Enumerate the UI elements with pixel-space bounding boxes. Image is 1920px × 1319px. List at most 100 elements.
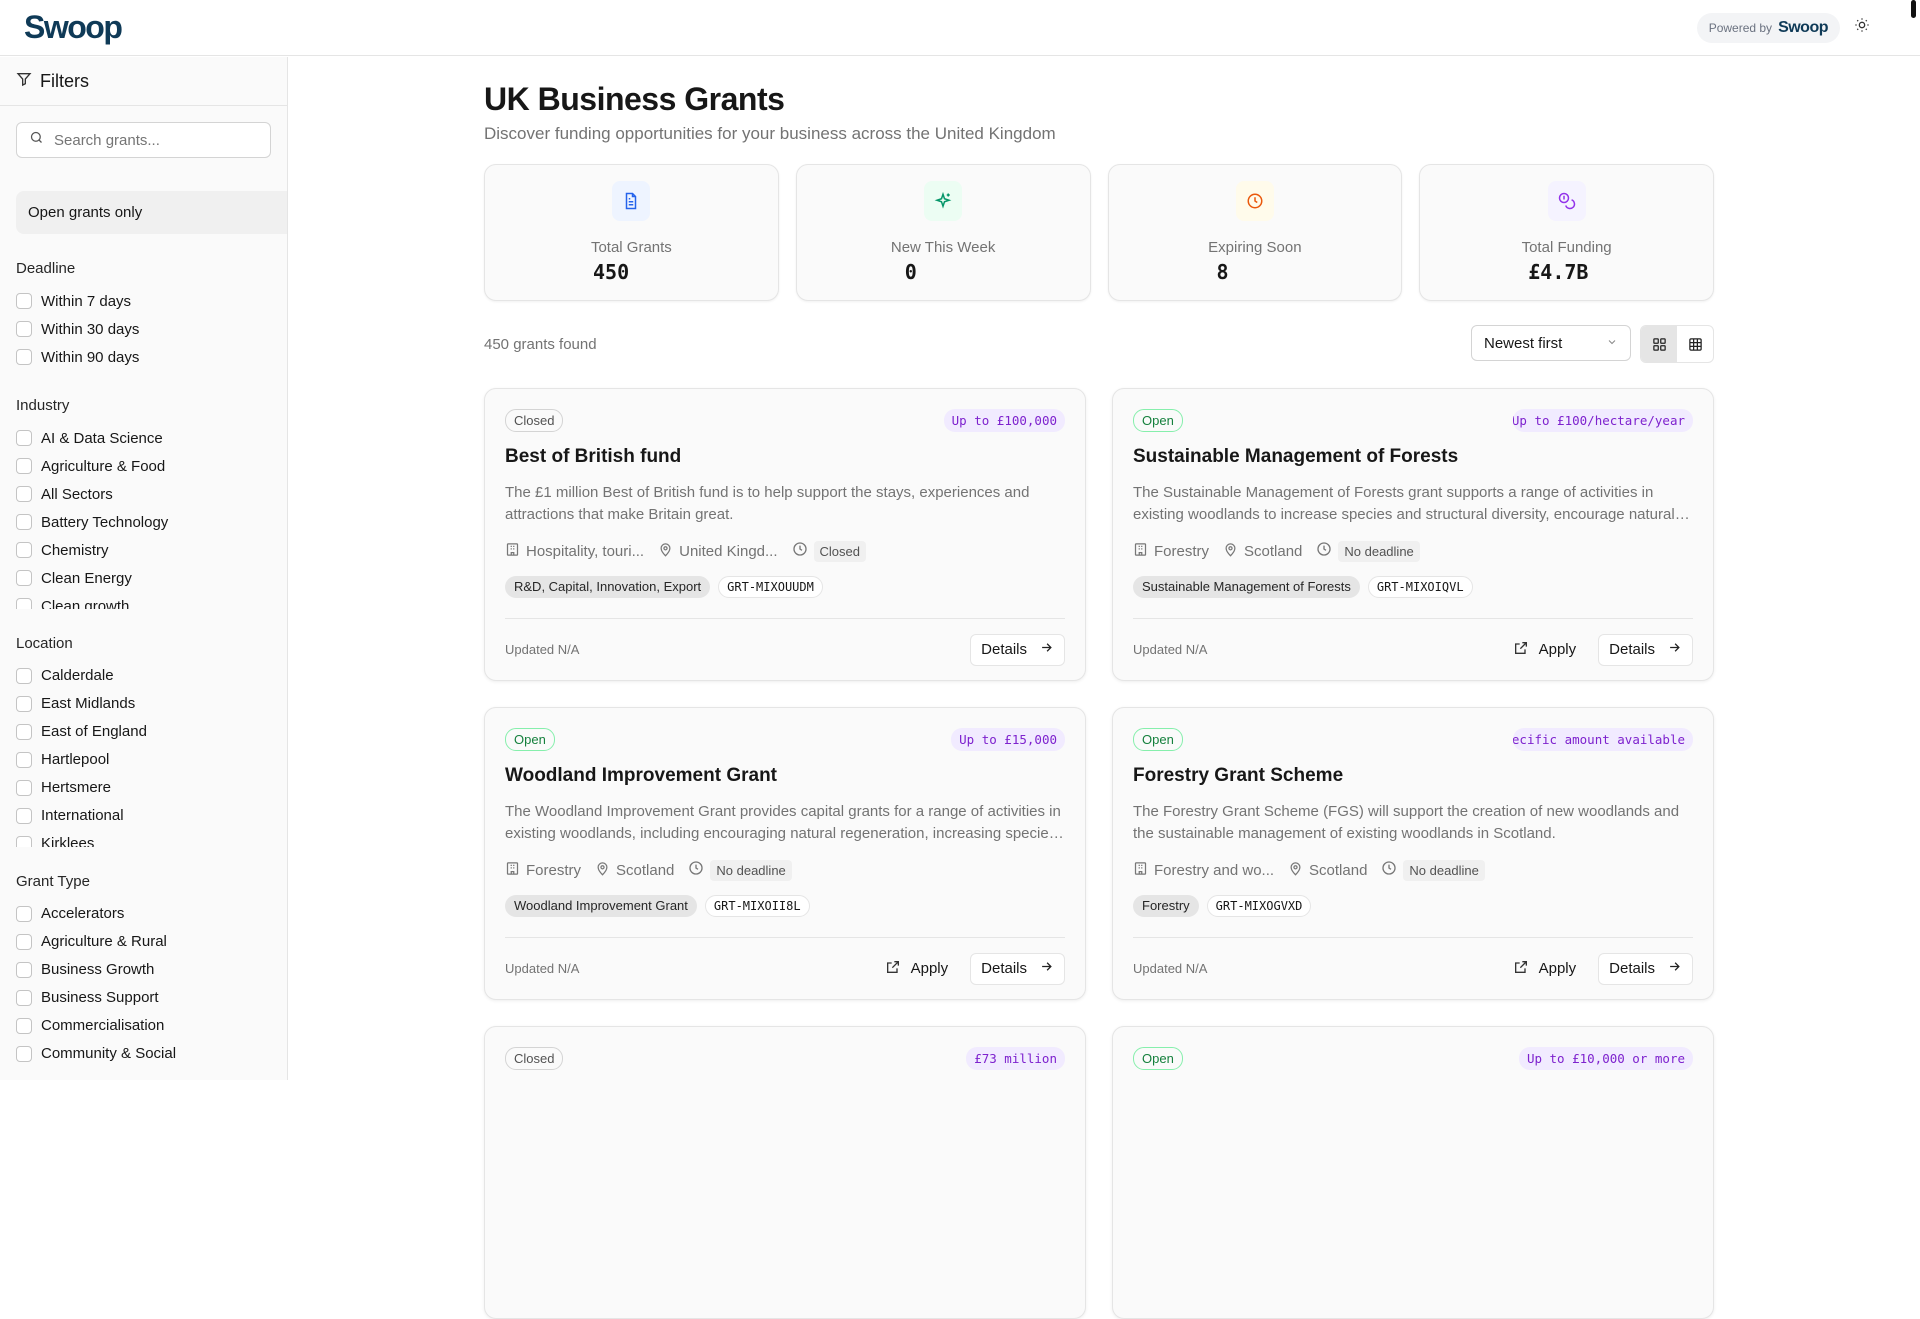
filter-option[interactable]: Clean Energy [16, 564, 271, 592]
details-button[interactable]: Details [1598, 633, 1693, 666]
swoop-logo[interactable]: Swoop [24, 9, 123, 46]
building-icon [1133, 542, 1148, 561]
grant-card[interactable]: Closed £73 million [484, 1026, 1086, 1319]
filter-option-label: Agriculture & Food [41, 457, 166, 475]
checkbox[interactable] [16, 933, 32, 950]
filters-sidebar: Filters Open grants only Deadline Within … [0, 57, 288, 1080]
main-content: UK Business Grants Discover funding oppo… [484, 57, 1714, 1319]
filter-group-label: Location [16, 634, 73, 652]
category-tag: R&D, Capital, Innovation, Export [505, 576, 711, 598]
filter-option[interactable]: Business Growth [16, 956, 271, 984]
filter-option[interactable]: Battery Technology [16, 508, 271, 536]
table-view-button[interactable] [1677, 326, 1713, 362]
updated-text: Updated N/A [505, 961, 580, 976]
checkbox[interactable] [16, 961, 32, 978]
filter-option[interactable]: Community & Social [16, 1040, 271, 1068]
stat-value: £4.7B [1528, 260, 1589, 284]
filter-option[interactable]: Within 7 days [16, 287, 271, 315]
grant-card[interactable]: Open Up to £100/hectare/year Sustainable M… [1112, 388, 1714, 681]
checkbox[interactable] [16, 430, 32, 446]
checkbox[interactable] [16, 723, 32, 740]
grant-card[interactable]: Open No specific amount available Forestry… [1112, 707, 1714, 1000]
stat-value: 0 [904, 260, 917, 284]
powered-by-badge[interactable]: Powered by Swoop [1696, 12, 1840, 43]
clock-icon [1235, 181, 1274, 221]
clock-icon [1381, 860, 1397, 880]
grid-view-button[interactable] [1641, 326, 1677, 362]
amount-badge: £73 million [966, 1046, 1065, 1070]
checkbox[interactable] [16, 989, 32, 1006]
stat-card: Total Grants 450 [484, 164, 779, 301]
checkbox[interactable] [16, 598, 32, 609]
checkbox[interactable] [16, 835, 32, 847]
theme-toggle-sun-icon[interactable] [1854, 17, 1870, 38]
grant-title[interactable]: Forestry Grant Scheme [1133, 765, 1693, 787]
search-box[interactable] [16, 122, 271, 158]
deadline-badge: No deadline [1403, 859, 1485, 881]
filter-option[interactable]: Chemistry [16, 536, 271, 564]
industry: Hospitality, touri... [526, 542, 645, 560]
checkbox[interactable] [16, 486, 32, 502]
page-scrollbar[interactable] [1911, 0, 1916, 18]
amount-text: Up to £100,000 [951, 412, 1057, 428]
filter-option[interactable]: Calderdale [16, 662, 271, 690]
grant-card[interactable]: Open Up to £15,000 Woodland Improvement Gr… [484, 707, 1086, 1000]
details-button[interactable]: Details [1598, 952, 1693, 985]
details-button[interactable]: Details [970, 633, 1065, 666]
deadline-badge: Closed [813, 540, 866, 562]
grant-card[interactable]: Closed Up to £100,000 Best of British fund… [484, 388, 1086, 681]
open-grants-only-toggle[interactable]: Open grants only [16, 191, 287, 234]
grant-title[interactable]: Woodland Improvement Grant [505, 765, 1065, 787]
apply-button[interactable]: Apply [1507, 959, 1583, 979]
filter-option[interactable]: All Sectors [16, 480, 271, 508]
filter-group-label: Grant Type [16, 872, 90, 890]
checkbox[interactable] [16, 1017, 32, 1034]
industry: Forestry [1154, 542, 1210, 560]
search-input[interactable] [54, 131, 254, 149]
filter-option[interactable]: Business Support [16, 984, 271, 1012]
filter-option[interactable]: International [16, 802, 271, 830]
checkbox[interactable] [16, 570, 32, 586]
updated-text: Updated N/A [1133, 642, 1208, 657]
details-label: Details [1609, 641, 1655, 658]
table-icon [1688, 337, 1702, 351]
updated-text: Updated N/A [1133, 961, 1208, 976]
filter-option[interactable]: Clean growth [16, 592, 271, 609]
checkbox[interactable] [16, 293, 32, 309]
checkbox[interactable] [16, 321, 32, 337]
checkbox[interactable] [16, 667, 32, 684]
sort-select[interactable]: Newest first [1471, 325, 1631, 361]
filter-option[interactable]: Hertsmere [16, 774, 271, 802]
checkbox[interactable] [16, 349, 32, 365]
filter-option[interactable]: AI & Data Science [16, 424, 271, 452]
checkbox[interactable] [16, 905, 32, 922]
grant-title[interactable]: Best of British fund [505, 446, 1065, 468]
stat-label: Expiring Soon [1208, 239, 1302, 256]
filters-title: Filters [40, 70, 89, 91]
location-pin-icon [658, 542, 673, 561]
filter-option[interactable]: Within 30 days [16, 315, 271, 343]
checkbox[interactable] [16, 779, 32, 796]
filter-option[interactable]: Hartlepool [16, 746, 271, 774]
filter-option[interactable]: Within 90 days [16, 343, 271, 371]
apply-button[interactable]: Apply [879, 959, 955, 979]
checkbox[interactable] [16, 514, 32, 530]
checkbox[interactable] [16, 458, 32, 474]
grant-title[interactable]: Sustainable Management of Forests [1133, 446, 1693, 468]
grant-card[interactable]: Open Up to £10,000 or more [1112, 1026, 1714, 1319]
filter-option[interactable]: Accelerators [16, 900, 271, 928]
checkbox[interactable] [16, 751, 32, 768]
filter-option[interactable]: Agriculture & Rural [16, 928, 271, 956]
filter-option[interactable]: Agriculture & Food [16, 452, 271, 480]
filter-option[interactable]: Commercialisation [16, 1012, 271, 1040]
checkbox[interactable] [16, 1045, 32, 1062]
apply-button[interactable]: Apply [1507, 640, 1583, 660]
checkbox[interactable] [16, 807, 32, 824]
checkbox[interactable] [16, 542, 32, 558]
details-button[interactable]: Details [970, 952, 1065, 985]
filter-option[interactable]: East Midlands [16, 690, 271, 718]
checkbox[interactable] [16, 695, 32, 712]
filter-option[interactable]: East of England [16, 718, 271, 746]
filter-option[interactable]: Kirklees [16, 830, 271, 847]
filter-option-label: Accelerators [41, 905, 125, 923]
